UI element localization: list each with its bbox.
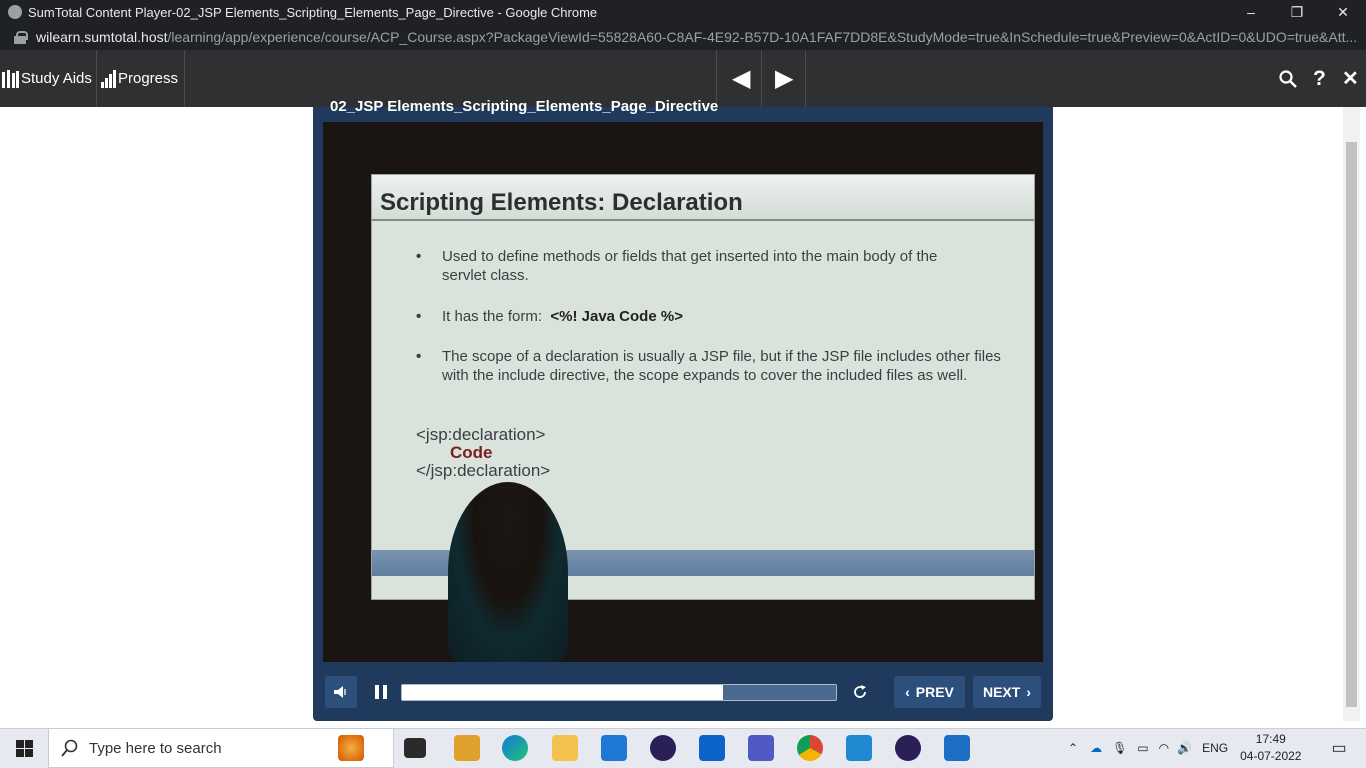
microsoft-store-icon[interactable] (454, 735, 480, 761)
progress-button[interactable]: Progress (101, 50, 178, 107)
toolbar-divider (184, 50, 185, 107)
code-body: Code (450, 443, 493, 462)
speaker-icon (334, 686, 346, 698)
edge-icon[interactable] (502, 735, 528, 761)
playback-progress-bar[interactable] (401, 684, 837, 701)
help-icon[interactable]: ? (1313, 50, 1326, 107)
restore-button[interactable]: ❐ (1274, 0, 1320, 24)
presenter-figure (448, 482, 568, 662)
onedrive-icon[interactable]: ☁ (1090, 741, 1102, 755)
vscode-icon[interactable] (846, 735, 872, 761)
close-player-icon[interactable]: ✕ (1342, 50, 1359, 107)
study-aids-icon (2, 69, 19, 88)
task-view-icon[interactable] (404, 738, 426, 758)
clock-date: 04-07-2022 (1240, 749, 1302, 763)
notification-icon[interactable]: ▭ (1331, 738, 1346, 758)
wifi-icon[interactable]: ◠ (1159, 741, 1169, 755)
toolbar-divider (96, 50, 97, 107)
progress-label: Progress (118, 70, 179, 87)
browser-title-bar: SumTotal Content Player-02_JSP Elements_… (0, 0, 1366, 24)
replay-icon (854, 685, 866, 698)
prev-label: PREV (915, 684, 954, 700)
system-tray: ⌃ ☁ 🎙 ▭ ◠ 🔊 ENG 17:49 04-07-2022 ▭ (1068, 728, 1347, 768)
form-code: <%! Java Code %> (550, 308, 683, 325)
video-frame[interactable]: Scripting Elements: Declaration • Used to… (323, 122, 1043, 662)
search-icon (61, 739, 78, 757)
page-scrollbar[interactable] (1343, 107, 1360, 721)
chevron-right-icon: › (1026, 684, 1031, 700)
slide-header: Scripting Elements: Declaration (372, 175, 1034, 221)
study-aids-label: Study Aids (21, 70, 92, 87)
eclipse-icon[interactable] (650, 735, 676, 761)
pause-icon (375, 685, 387, 699)
pause-button[interactable] (365, 676, 397, 708)
eclipse-icon[interactable] (895, 735, 921, 761)
code-close-tag: </jsp:declaration> (416, 461, 551, 480)
mail-icon[interactable] (601, 735, 627, 761)
file-explorer-icon[interactable] (552, 735, 578, 761)
outlook-icon[interactable] (699, 735, 725, 761)
clock[interactable]: 17:49 04-07-2022 (1240, 731, 1301, 765)
prev-button[interactable]: ‹ PREV (894, 676, 965, 708)
microphone-icon[interactable]: 🎙 (1112, 741, 1127, 755)
lock-icon (14, 31, 28, 44)
photos-icon[interactable] (944, 735, 970, 761)
volume-button[interactable] (325, 676, 357, 708)
search-highlight-icon[interactable] (338, 735, 364, 761)
playback-progress-fill (402, 685, 724, 700)
next-button[interactable]: NEXT › (973, 676, 1041, 708)
slide-bullet: • The scope of a declaration is usually a… (416, 348, 1001, 384)
progress-bars-icon (101, 69, 116, 88)
minimize-button[interactable]: – (1228, 0, 1274, 24)
slide-bullet: • It has the form: <%! Java Code %> (416, 308, 683, 325)
url-host: wilearn.sumtotal.host (36, 29, 168, 45)
address-bar[interactable]: wilearn.sumtotal.host/learning/app/exper… (0, 24, 1366, 50)
slide-bullet: • Used to define methods or fields that g… (416, 248, 938, 284)
chrome-icon[interactable] (797, 735, 823, 761)
replay-button[interactable] (844, 676, 876, 708)
close-window-button[interactable]: ✕ (1320, 0, 1366, 24)
teams-icon[interactable] (748, 735, 774, 761)
app-favicon-icon (8, 5, 22, 19)
player-title: 02_JSP Elements_Scripting_Elements_Page_… (330, 98, 719, 115)
windows-start-icon[interactable] (16, 740, 33, 762)
scrollbar-thumb[interactable] (1346, 142, 1357, 707)
clock-time: 17:49 (1255, 732, 1286, 746)
study-aids-button[interactable]: Study Aids (2, 50, 92, 107)
code-open-tag: <jsp:declaration> (416, 425, 546, 444)
player-controls: ‹ PREV NEXT › (323, 676, 1043, 708)
search-icon[interactable] (1279, 50, 1297, 107)
slide-title: Scripting Elements: Declaration (380, 189, 743, 216)
chevron-up-icon[interactable]: ⌃ (1068, 741, 1078, 755)
next-label: NEXT (982, 684, 1021, 700)
taskbar-search-placeholder: Type here to search (89, 739, 222, 757)
battery-icon[interactable]: ▭ (1137, 741, 1148, 755)
volume-icon[interactable]: 🔊 (1177, 741, 1192, 755)
window-title: SumTotal Content Player-02_JSP Elements_… (28, 4, 598, 20)
language-indicator[interactable]: ENG (1202, 741, 1228, 755)
url-path: /learning/app/experience/course/ACP_Cour… (167, 29, 1358, 45)
chevron-left-icon: ‹ (905, 684, 910, 700)
